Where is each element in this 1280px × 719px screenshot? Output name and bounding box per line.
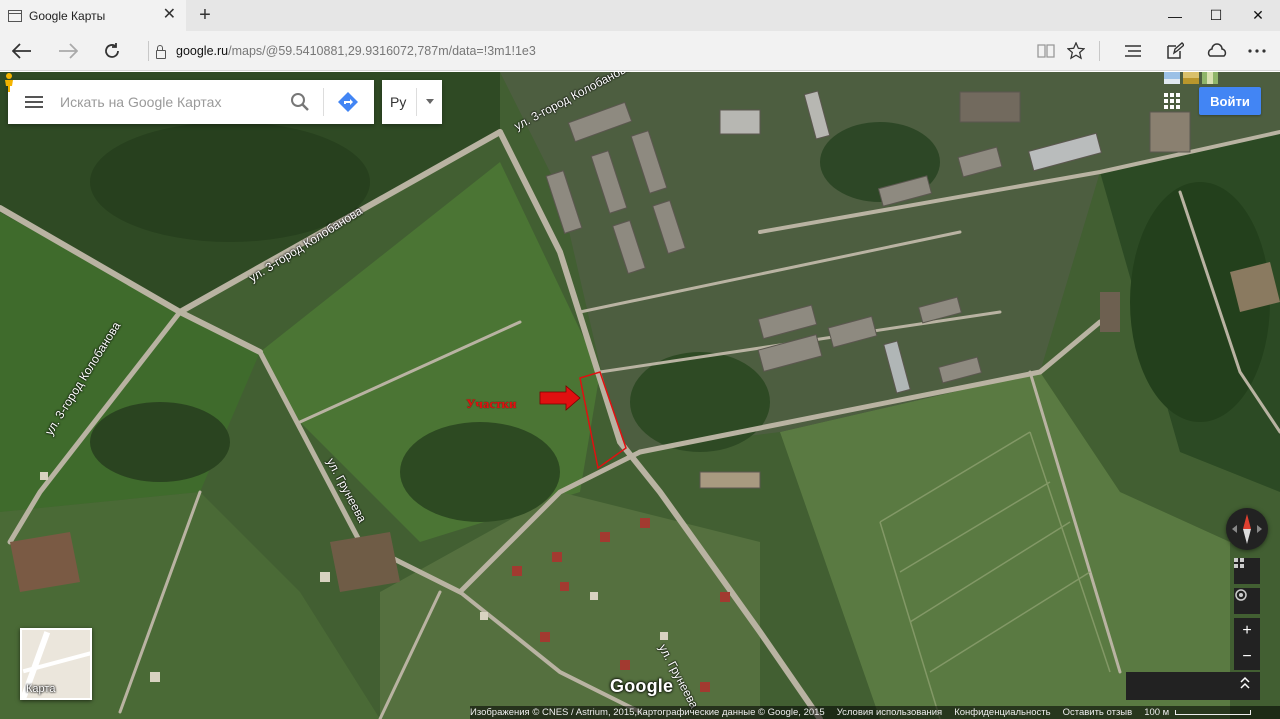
zoom-in-button[interactable]: + — [1234, 618, 1260, 644]
imagery-credit: Изображения © CNES / Astrium, 2015,Карто… — [470, 707, 825, 718]
imagery-thumbnail-icon[interactable] — [1202, 72, 1218, 84]
plot-annotation: Участки — [466, 396, 517, 411]
url-host: google.ru — [176, 44, 229, 58]
more-icon[interactable] — [1239, 31, 1275, 71]
privacy-link[interactable]: Конфиденциальность — [954, 707, 1050, 718]
lock-icon — [156, 44, 166, 59]
address-separator — [148, 41, 149, 61]
hub-icon[interactable] — [1115, 31, 1151, 71]
favorite-star-icon[interactable] — [1058, 31, 1094, 71]
sign-in-button[interactable]: Войти — [1199, 87, 1261, 115]
share-icon[interactable] — [1199, 31, 1235, 71]
imagery-thumbnail-icon[interactable] — [1164, 72, 1180, 84]
google-logo: Google — [610, 676, 674, 696]
back-icon[interactable] — [0, 31, 44, 71]
address-bar-row: google.ru /maps/@59.5410881,29.9316072,7… — [0, 31, 1280, 71]
refresh-icon[interactable] — [90, 31, 134, 71]
satellite-map[interactable]: ул. 3-город Колобанова ул. 3-город Колоб… — [0, 72, 1280, 719]
browser-tab[interactable]: Google Карты ✕ — [0, 0, 186, 31]
map-type-label: Карта — [26, 683, 56, 695]
tilt-icon[interactable] — [1234, 558, 1260, 584]
toolbar-separator — [1099, 41, 1100, 61]
my-location-icon[interactable] — [1234, 588, 1260, 614]
terms-link[interactable]: Условия использования — [837, 707, 942, 718]
tab-title: Google Карты — [29, 8, 106, 23]
feedback-link[interactable]: Оставить отзыв — [1063, 707, 1133, 718]
scale-label: 100 м — [1144, 707, 1170, 718]
satellite-imagery — [0, 72, 1280, 719]
search-box — [8, 80, 374, 124]
zoom-out-button[interactable]: − — [1234, 644, 1260, 670]
maximize-button[interactable]: ☐ — [1196, 0, 1236, 31]
web-note-icon[interactable] — [1157, 31, 1193, 71]
apps-grid-icon[interactable] — [1162, 91, 1182, 111]
chevron-down-icon — [426, 99, 434, 104]
close-window-button[interactable]: ✕ — [1238, 0, 1278, 31]
map-type-switcher[interactable]: Карта — [20, 628, 92, 700]
search-input[interactable] — [60, 87, 280, 117]
attribution-bar: Изображения © CNES / Astrium, 2015,Карто… — [470, 706, 1280, 719]
directions-icon[interactable] — [338, 92, 358, 112]
compass-icon[interactable] — [1226, 508, 1268, 550]
language-selector[interactable]: Ру — [382, 80, 442, 124]
language-divider — [416, 88, 417, 116]
tab-strip: Google Карты ✕ + — ☐ ✕ — [0, 0, 1280, 31]
language-label: Ру — [390, 94, 407, 110]
pegman-icon[interactable] — [0, 72, 18, 92]
url-field[interactable]: google.ru /maps/@59.5410881,29.9316072,7… — [156, 41, 536, 61]
close-tab-icon[interactable]: ✕ — [163, 7, 176, 23]
new-tab-button[interactable]: + — [194, 4, 216, 27]
search-icon[interactable] — [290, 92, 310, 112]
forward-icon[interactable] — [46, 31, 90, 71]
scale-bar[interactable]: 100 м — [1144, 707, 1252, 718]
url-path: /maps/@59.5410881,29.9316072,787m/data=!… — [228, 44, 536, 58]
page-icon — [8, 9, 22, 22]
imagery-thumbnail-icon[interactable] — [1183, 72, 1199, 84]
minimize-button[interactable]: — — [1155, 0, 1195, 31]
search-divider — [323, 88, 324, 116]
